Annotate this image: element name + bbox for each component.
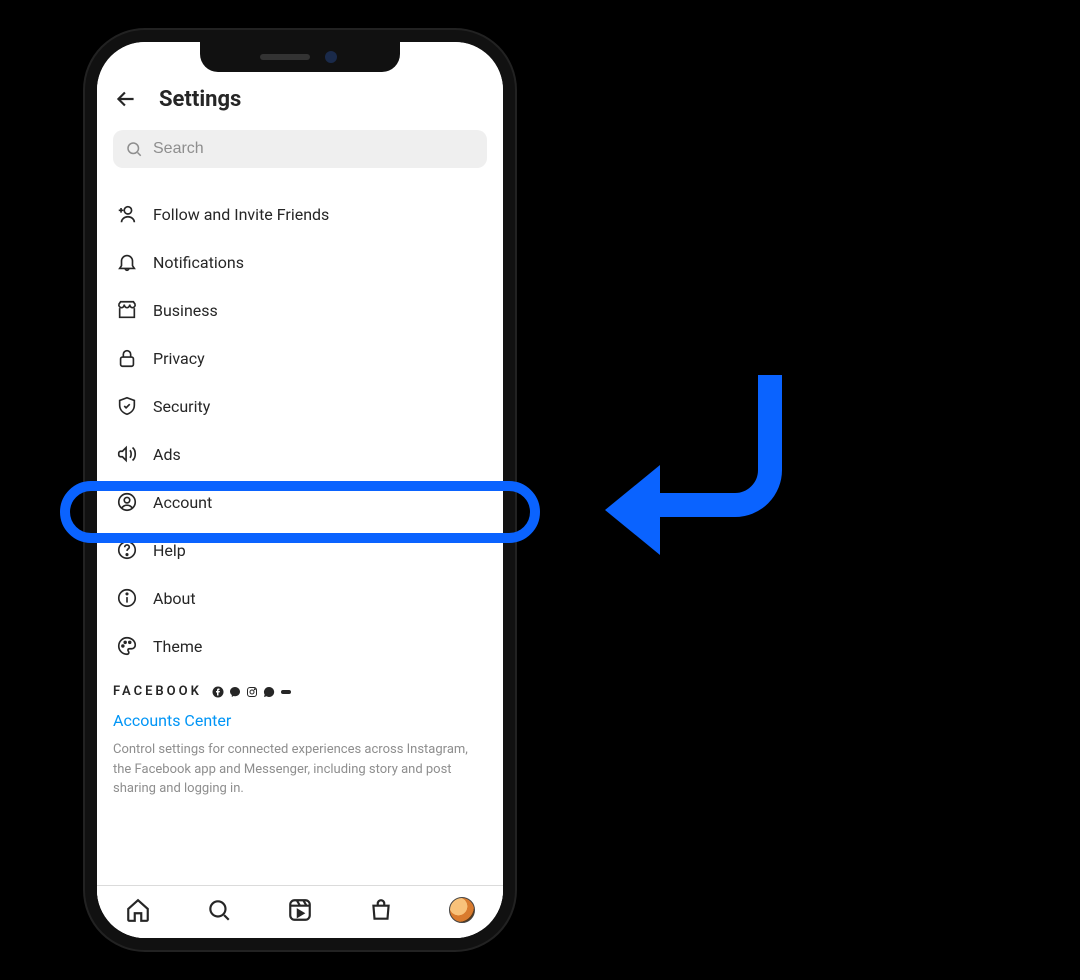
settings-menu: Follow and Invite Friends Notifications …: [113, 190, 487, 670]
accounts-center-link[interactable]: Accounts Center: [113, 711, 487, 730]
menu-item-label: Security: [153, 397, 210, 416]
menu-item-theme[interactable]: Theme: [113, 622, 487, 670]
menu-item-about[interactable]: About: [113, 574, 487, 622]
storefront-icon: [115, 298, 139, 322]
content: Follow and Invite Friends Notifications …: [97, 122, 503, 885]
facebook-brand-label: FACEBOOK: [113, 684, 202, 699]
tab-profile[interactable]: [448, 896, 476, 924]
menu-item-account[interactable]: Account: [113, 478, 487, 526]
tab-shop[interactable]: [367, 896, 395, 924]
bottom-tab-bar: [97, 885, 503, 938]
menu-item-label: Theme: [153, 637, 202, 656]
menu-item-ads[interactable]: Ads: [113, 430, 487, 478]
menu-item-label: Follow and Invite Friends: [153, 205, 329, 224]
arrow-left-icon: [113, 86, 139, 112]
lock-icon: [115, 346, 139, 370]
app-screen: Settings Follow and Invite Friends: [97, 42, 503, 938]
info-circle-icon: [115, 586, 139, 610]
instagram-icon: [246, 686, 258, 698]
menu-item-label: About: [153, 589, 196, 608]
menu-item-label: Business: [153, 301, 218, 320]
menu-item-privacy[interactable]: Privacy: [113, 334, 487, 382]
avatar: [449, 897, 475, 923]
bell-icon: [115, 250, 139, 274]
shop-icon: [368, 897, 394, 923]
oculus-icon: [280, 686, 292, 698]
menu-item-label: Notifications: [153, 253, 244, 272]
follow-invite-icon: [115, 202, 139, 226]
reels-icon: [287, 897, 313, 923]
tab-reels[interactable]: [286, 896, 314, 924]
home-icon: [125, 897, 151, 923]
phone-frame: Settings Follow and Invite Friends: [85, 30, 515, 950]
annotation-arrow: [600, 365, 800, 555]
megaphone-icon: [115, 442, 139, 466]
menu-item-label: Help: [153, 541, 186, 560]
facebook-icon: [212, 686, 224, 698]
facebook-brand-row: FACEBOOK: [113, 684, 487, 699]
menu-item-help[interactable]: Help: [113, 526, 487, 574]
search-input[interactable]: [113, 130, 487, 168]
search-field[interactable]: [153, 140, 475, 158]
menu-item-follow-invite[interactable]: Follow and Invite Friends: [113, 190, 487, 238]
menu-item-label: Ads: [153, 445, 181, 464]
page-title: Settings: [159, 87, 241, 112]
phone-notch: [200, 42, 400, 72]
help-circle-icon: [115, 538, 139, 562]
tab-search[interactable]: [205, 896, 233, 924]
tab-home[interactable]: [124, 896, 152, 924]
search-icon: [206, 897, 232, 923]
menu-item-label: Account: [153, 493, 212, 512]
back-button[interactable]: [113, 86, 139, 112]
menu-item-security[interactable]: Security: [113, 382, 487, 430]
messenger-icon: [229, 686, 241, 698]
search-icon: [125, 140, 143, 158]
facebook-brand-icons: [212, 686, 292, 698]
menu-item-business[interactable]: Business: [113, 286, 487, 334]
menu-item-notifications[interactable]: Notifications: [113, 238, 487, 286]
account-circle-icon: [115, 490, 139, 514]
accounts-center-description: Control settings for connected experienc…: [113, 740, 487, 799]
palette-icon: [115, 634, 139, 658]
whatsapp-icon: [263, 686, 275, 698]
menu-item-label: Privacy: [153, 349, 205, 368]
shield-check-icon: [115, 394, 139, 418]
